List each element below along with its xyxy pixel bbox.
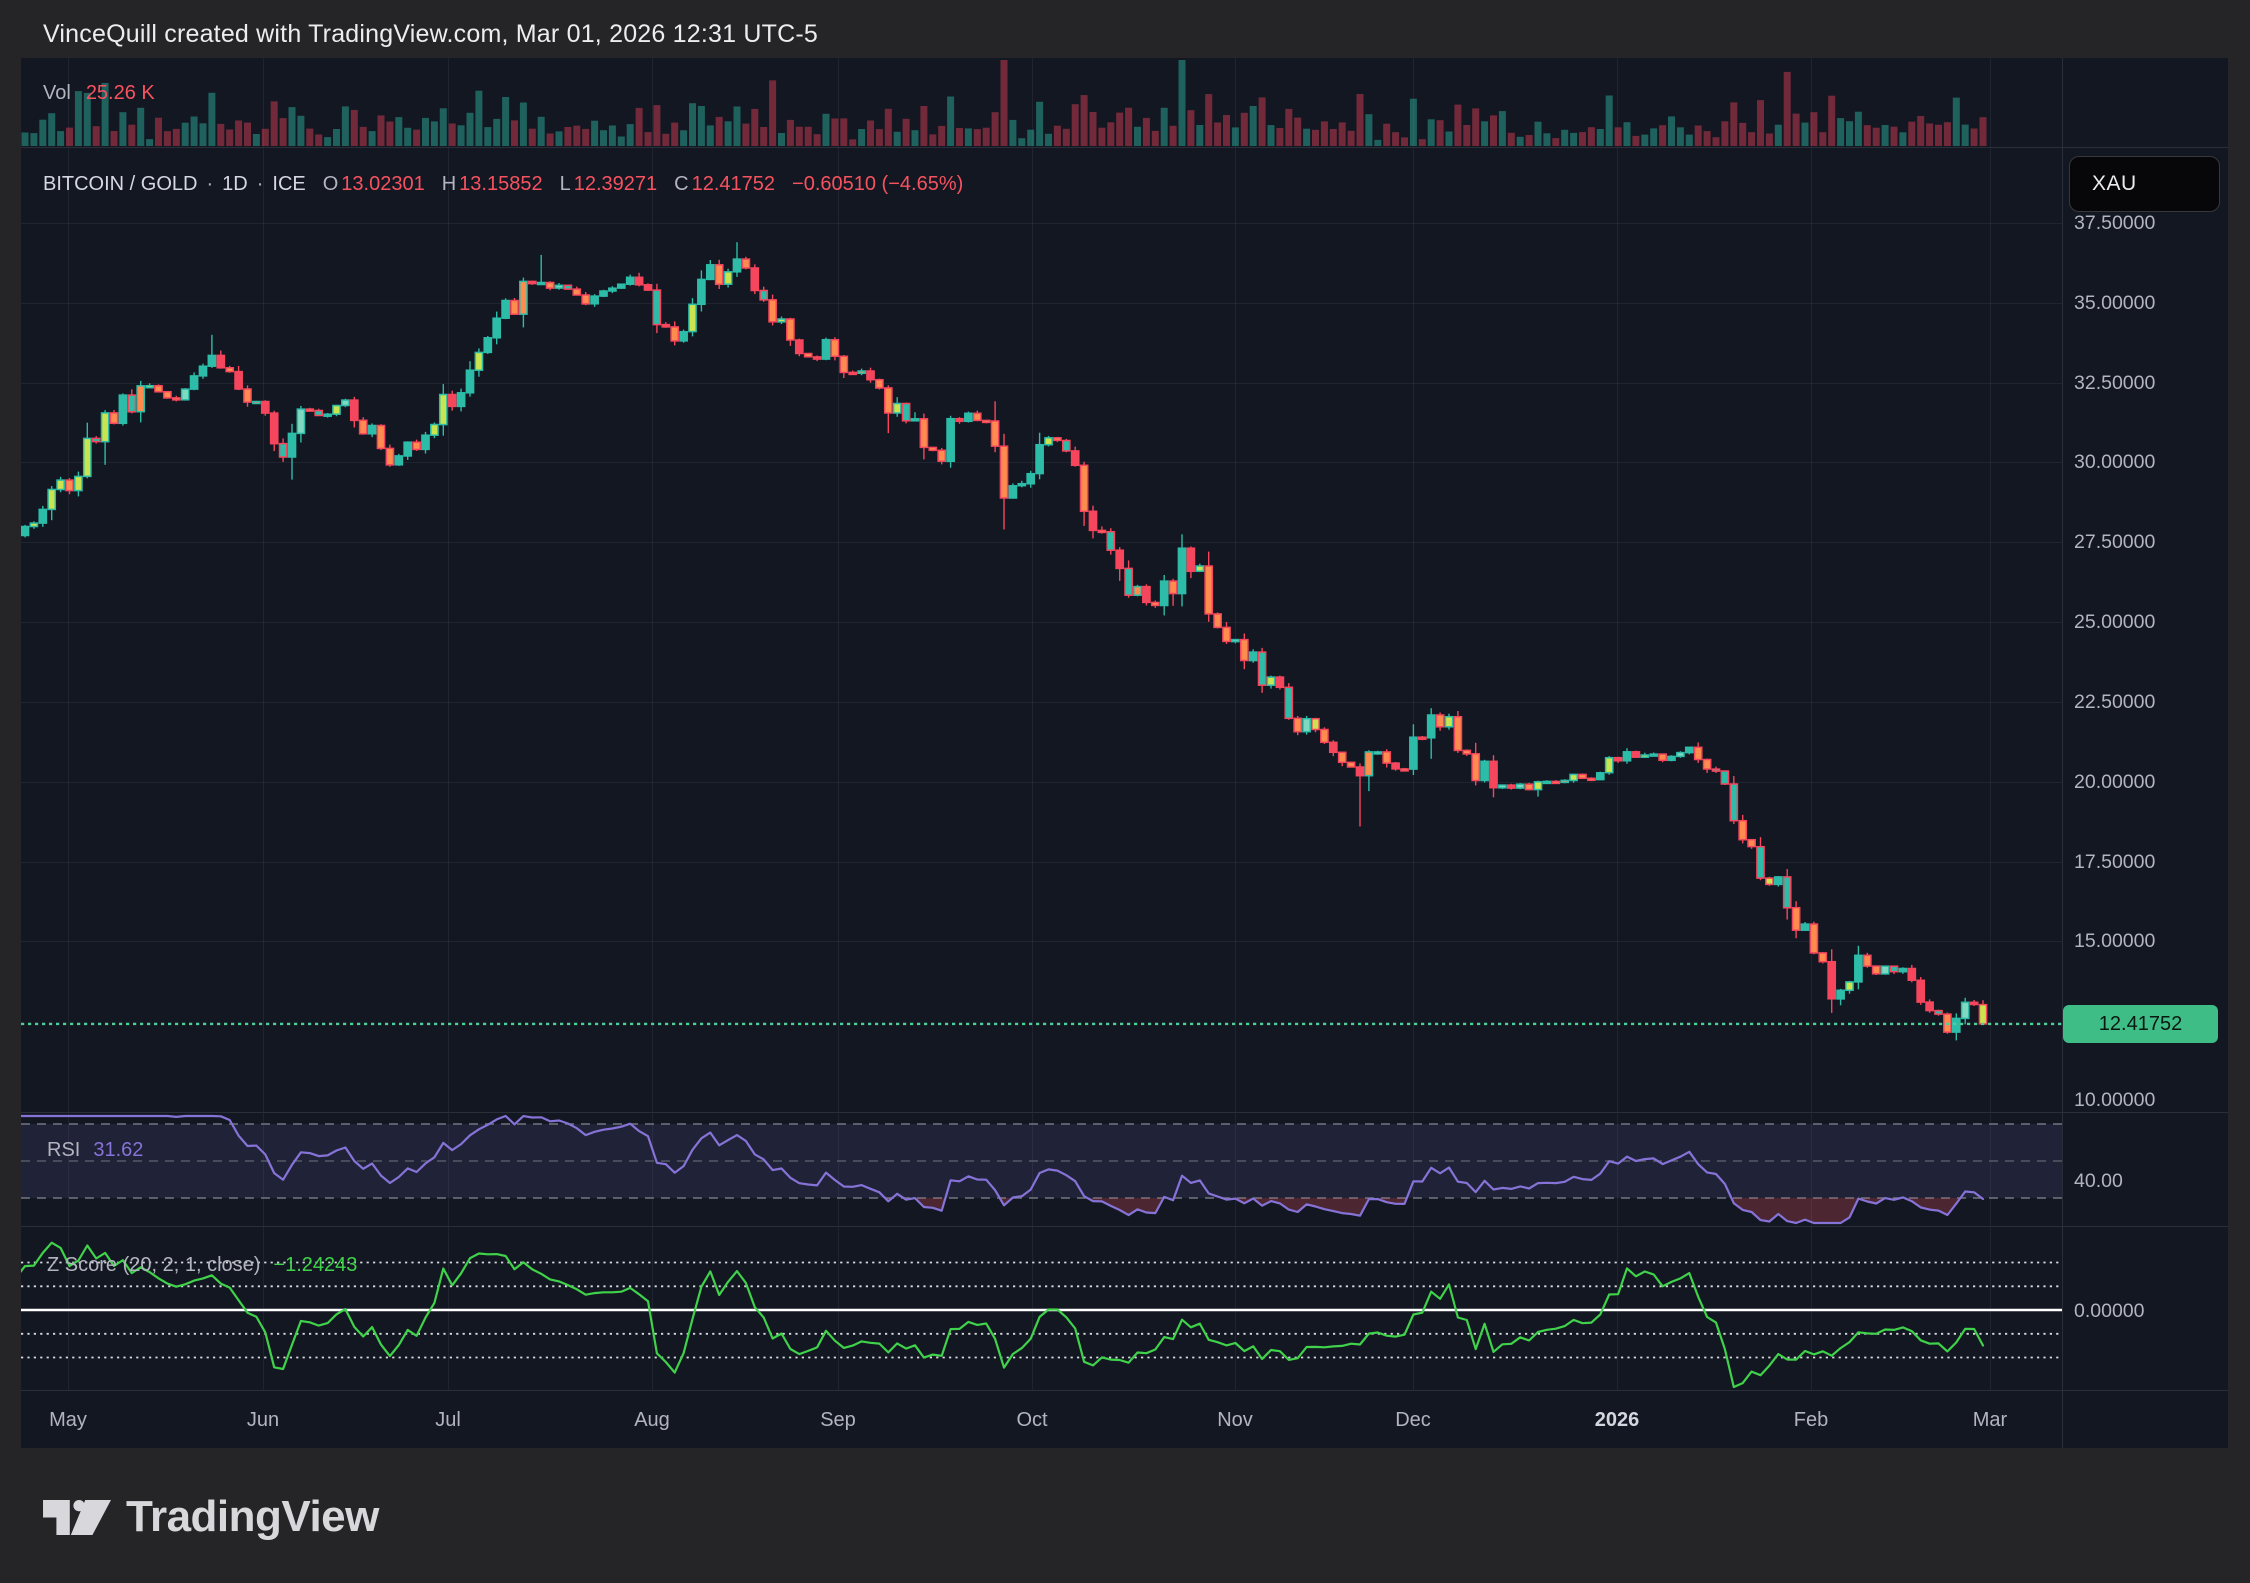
price-tick-label: 22.50000 bbox=[2074, 690, 2155, 714]
price-tick-label: 10.00000 bbox=[2074, 1088, 2155, 1112]
zscore-value: −1.24243 bbox=[273, 1253, 357, 1277]
volume-value: 25.26 K bbox=[86, 81, 155, 105]
time-axis-label: Jul bbox=[403, 1406, 493, 1434]
volume-label: Vol bbox=[43, 81, 71, 105]
ohlc-high-value: 13.15852 bbox=[459, 172, 542, 196]
time-axis-label: Nov bbox=[1190, 1406, 1280, 1434]
symbol-legend[interactable]: BITCOIN / GOLD · 1D · ICE O13.02301 H13.… bbox=[43, 172, 963, 196]
ohlc-low-value: 12.39271 bbox=[574, 172, 657, 196]
price-tick-label: 32.50000 bbox=[2074, 371, 2155, 395]
time-axis-label: Sep bbox=[793, 1406, 883, 1434]
currency-badge-label: XAU bbox=[2092, 172, 2137, 196]
last-price-value: 12.41752 bbox=[2099, 1013, 2182, 1036]
chart-canvas[interactable] bbox=[0, 0, 2250, 1583]
separator-dot: · bbox=[257, 172, 264, 196]
time-axis-label: May bbox=[23, 1406, 113, 1434]
symbol-interval[interactable]: 1D bbox=[222, 172, 248, 196]
time-axis-label: 2026 bbox=[1572, 1406, 1662, 1434]
ohlc-close-key: C bbox=[674, 172, 688, 196]
rsi-legend[interactable]: RSI 31.62 bbox=[47, 1138, 143, 1162]
price-tick-label: 15.00000 bbox=[2074, 929, 2155, 953]
zscore-axis-label: 0.00000 bbox=[2074, 1299, 2145, 1323]
time-axis-label: Dec bbox=[1368, 1406, 1458, 1434]
ohlc-low-key: L bbox=[560, 172, 571, 196]
last-price-badge: 12.41752 bbox=[2063, 1005, 2218, 1043]
price-tick-label: 20.00000 bbox=[2074, 770, 2155, 794]
rsi-axis-label: 40.00 bbox=[2074, 1169, 2123, 1193]
tradingview-logo[interactable]: TradingView bbox=[43, 1492, 379, 1542]
ohlc-open-value: 13.02301 bbox=[341, 172, 424, 196]
zscore-legend[interactable]: Z Score (20, 2, 1, close) −1.24243 bbox=[47, 1253, 357, 1277]
ohlc-close-value: 12.41752 bbox=[692, 172, 775, 196]
price-tick-label: 17.50000 bbox=[2074, 850, 2155, 874]
tradingview-snapshot: VinceQuill created with TradingView.com,… bbox=[0, 0, 2250, 1583]
ohlc-close: C12.41752 bbox=[674, 172, 775, 196]
ohlc-high: H13.15852 bbox=[442, 172, 543, 196]
time-axis-label: Mar bbox=[1945, 1406, 2035, 1434]
zscore-label: Z Score (20, 2, 1, close) bbox=[47, 1253, 260, 1277]
time-axis-label: Feb bbox=[1766, 1406, 1856, 1434]
tradingview-logo-icon bbox=[43, 1500, 111, 1535]
time-axis-label: Jun bbox=[218, 1406, 308, 1434]
time-axis-scale[interactable] bbox=[21, 1390, 2228, 1448]
rsi-label: RSI bbox=[47, 1138, 80, 1162]
ohlc-open-key: O bbox=[323, 172, 339, 196]
ohlc-open: O13.02301 bbox=[323, 172, 425, 196]
price-tick-label: 35.00000 bbox=[2074, 291, 2155, 315]
time-axis-label: Aug bbox=[607, 1406, 697, 1434]
symbol-exchange[interactable]: ICE bbox=[272, 172, 305, 196]
time-axis-label: Oct bbox=[987, 1406, 1077, 1434]
separator-dot: · bbox=[206, 172, 213, 196]
ohlc-change: −0.60510 (−4.65%) bbox=[792, 172, 963, 196]
currency-badge[interactable]: XAU bbox=[2069, 156, 2220, 212]
price-tick-label: 25.00000 bbox=[2074, 610, 2155, 634]
symbol-name[interactable]: BITCOIN / GOLD bbox=[43, 172, 197, 196]
price-tick-label: 37.50000 bbox=[2074, 211, 2155, 235]
price-tick-label: 27.50000 bbox=[2074, 530, 2155, 554]
ohlc-high-key: H bbox=[442, 172, 456, 196]
ohlc-low: L12.39271 bbox=[560, 172, 658, 196]
price-tick-label: 30.00000 bbox=[2074, 450, 2155, 474]
tradingview-logo-text: TradingView bbox=[126, 1492, 379, 1542]
rsi-value: 31.62 bbox=[93, 1138, 143, 1162]
volume-legend[interactable]: Vol 25.26 K bbox=[43, 81, 155, 105]
